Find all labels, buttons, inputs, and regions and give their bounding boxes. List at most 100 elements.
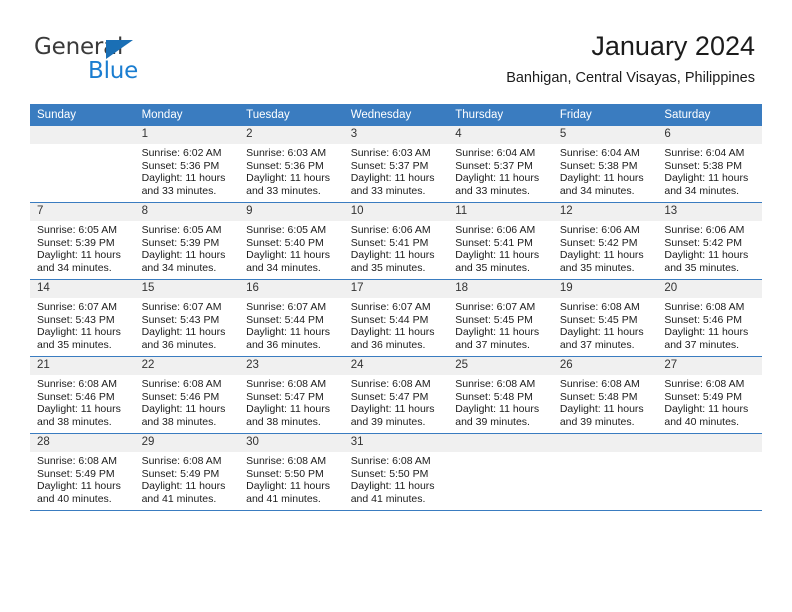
day-details: Sunrise: 6:06 AM Sunset: 5:42 PM Daylight:… [553,221,658,274]
calendar-day-cell[interactable]: 12 Sunrise: 6:06 AM Sunset: 5:42 PM Dayligh… [552,202,658,280]
day-details: Sunrise: 6:08 AM Sunset: 5:50 PM Daylight:… [239,452,344,505]
calendar-container: Sunday Monday Tuesday Wednesday Thursday… [30,104,762,511]
calendar-day-cell[interactable]: 3 Sunrise: 6:03 AM Sunset: 5:37 PM Daylight… [343,126,449,203]
day-number: 10 [343,203,449,221]
calendar-header-row-group: Sunday Monday Tuesday Wednesday Thursday… [30,104,762,126]
day-details: Sunrise: 6:08 AM Sunset: 5:49 PM Daylight:… [657,375,762,428]
sunset-text: Sunset: 5:47 PM [246,390,324,403]
calendar-week-row: 28 Sunrise: 6:08 AM Sunset: 5:49 PM Dayligh… [30,433,762,511]
day-details: Sunrise: 6:08 AM Sunset: 5:47 PM Daylight:… [344,375,449,428]
day-details: Sunrise: 6:06 AM Sunset: 5:41 PM Daylight:… [344,221,449,274]
sunset-text: Sunset: 5:49 PM [664,390,743,403]
weekday-header-friday: Friday [552,104,658,126]
day-details: Sunrise: 6:07 AM Sunset: 5:44 PM Daylight:… [344,298,449,351]
calendar-week-row: 7 Sunrise: 6:05 AM Sunset: 5:39 PM Daylight… [30,202,762,280]
calendar-day-cell[interactable]: 15 Sunrise: 6:07 AM Sunset: 5:43 PM Dayligh… [134,279,240,357]
calendar-body: 1 Sunrise: 6:02 AM Sunset: 5:36 PM Daylight… [30,126,762,511]
calendar-day-cell[interactable]: 24 Sunrise: 6:08 AM Sunset: 5:47 PM Dayligh… [343,356,449,434]
day-number [30,126,135,144]
sunrise-text: Sunrise: 6:07 AM [455,301,536,313]
calendar-day-cell-empty [30,126,135,203]
sunrise-text: Sunrise: 6:07 AM [37,301,117,313]
day-details: Sunrise: 6:06 AM Sunset: 5:41 PM Daylight:… [448,221,553,274]
sunrise-text: Sunrise: 6:06 AM [664,224,745,236]
calendar-day-cell[interactable]: 25 Sunrise: 6:08 AM Sunset: 5:48 PM Dayligh… [448,356,553,434]
calendar-day-cell[interactable]: 14 Sunrise: 6:07 AM Sunset: 5:43 PM Dayligh… [30,279,135,357]
calendar-day-cell-empty [657,433,762,511]
daylight-text: Daylight: 11 hours and 37 minutes. [455,326,540,351]
daylight-text: Daylight: 11 hours and 35 minutes. [37,326,121,351]
calendar-day-cell[interactable]: 21 Sunrise: 6:08 AM Sunset: 5:46 PM Dayligh… [30,356,135,434]
brand-logo[interactable]: General Blue [34,34,234,90]
sunset-text: Sunset: 5:40 PM [246,236,324,249]
calendar-day-cell[interactable]: 4 Sunrise: 6:04 AM Sunset: 5:37 PM Daylight… [448,126,553,203]
sunset-text: Sunset: 5:36 PM [141,159,220,172]
page-title: January 2024 [591,31,755,61]
sunset-text: Sunset: 5:45 PM [559,313,638,326]
calendar-day-cell[interactable]: 17 Sunrise: 6:07 AM Sunset: 5:44 PM Dayligh… [343,279,449,357]
calendar-day-cell[interactable]: 18 Sunrise: 6:07 AM Sunset: 5:45 PM Dayligh… [448,279,553,357]
day-details: Sunrise: 6:07 AM Sunset: 5:44 PM Daylight:… [239,298,344,351]
sunset-text: Sunset: 5:46 PM [37,390,115,403]
sunset-text: Sunset: 5:43 PM [141,313,220,326]
sunrise-text: Sunrise: 6:05 AM [37,224,117,236]
daylight-text: Daylight: 11 hours and 34 minutes. [246,249,330,274]
sunrise-text: Sunrise: 6:08 AM [664,301,745,313]
calendar-day-cell[interactable]: 30 Sunrise: 6:08 AM Sunset: 5:50 PM Dayligh… [239,433,344,511]
day-details: Sunrise: 6:08 AM Sunset: 5:48 PM Daylight:… [448,375,553,428]
sunrise-text: Sunrise: 6:08 AM [246,455,327,467]
day-number: 29 [134,434,240,452]
calendar-day-cell[interactable]: 5 Sunrise: 6:04 AM Sunset: 5:38 PM Daylight… [552,126,658,203]
day-number: 31 [343,434,449,452]
calendar-day-cell[interactable]: 7 Sunrise: 6:05 AM Sunset: 5:39 PM Daylight… [30,202,135,280]
calendar-day-cell[interactable]: 13 Sunrise: 6:06 AM Sunset: 5:42 PM Dayligh… [657,202,762,280]
daylight-text: Daylight: 11 hours and 36 minutes. [350,326,435,351]
day-details: Sunrise: 6:04 AM Sunset: 5:37 PM Daylight:… [448,144,553,197]
day-number [448,434,553,452]
daylight-text: Daylight: 11 hours and 33 minutes. [246,172,330,197]
sunrise-text: Sunrise: 6:08 AM [559,301,640,313]
sunset-text: Sunset: 5:42 PM [664,236,743,249]
calendar-day-cell[interactable]: 16 Sunrise: 6:07 AM Sunset: 5:44 PM Dayligh… [239,279,344,357]
calendar-day-cell[interactable]: 20 Sunrise: 6:08 AM Sunset: 5:46 PM Dayligh… [657,279,762,357]
calendar-day-cell[interactable]: 1 Sunrise: 6:02 AM Sunset: 5:36 PM Daylight… [134,126,240,203]
day-details: Sunrise: 6:03 AM Sunset: 5:37 PM Daylight:… [344,144,449,197]
calendar-day-cell[interactable]: 27 Sunrise: 6:08 AM Sunset: 5:49 PM Dayligh… [657,356,762,434]
calendar-day-cell[interactable]: 6 Sunrise: 6:04 AM Sunset: 5:38 PM Daylight… [657,126,762,203]
day-details: Sunrise: 6:08 AM Sunset: 5:47 PM Daylight:… [239,375,344,428]
day-details: Sunrise: 6:05 AM Sunset: 5:40 PM Daylight:… [239,221,344,274]
calendar-day-cell[interactable]: 22 Sunrise: 6:08 AM Sunset: 5:46 PM Dayligh… [134,356,240,434]
calendar-day-cell[interactable]: 23 Sunrise: 6:08 AM Sunset: 5:47 PM Dayligh… [239,356,344,434]
sunset-text: Sunset: 5:36 PM [246,159,324,172]
calendar-day-cell[interactable]: 19 Sunrise: 6:08 AM Sunset: 5:45 PM Dayligh… [552,279,658,357]
weekday-header-sunday: Sunday [30,104,135,126]
day-details: Sunrise: 6:08 AM Sunset: 5:49 PM Daylight:… [30,452,135,505]
sunset-text: Sunset: 5:50 PM [350,467,429,480]
daylight-text: Daylight: 11 hours and 34 minutes. [664,172,749,197]
sunrise-text: Sunrise: 6:08 AM [246,378,327,390]
calendar-week-row: 21 Sunrise: 6:08 AM Sunset: 5:46 PM Dayligh… [30,356,762,434]
sunset-text: Sunset: 5:41 PM [455,236,533,249]
calendar-day-cell[interactable]: 29 Sunrise: 6:08 AM Sunset: 5:49 PM Dayligh… [134,433,240,511]
sunset-text: Sunset: 5:42 PM [559,236,638,249]
daylight-text: Daylight: 11 hours and 41 minutes. [246,480,330,505]
calendar-day-cell[interactable]: 31 Sunrise: 6:08 AM Sunset: 5:50 PM Dayligh… [343,433,449,511]
calendar-day-cell[interactable]: 26 Sunrise: 6:08 AM Sunset: 5:48 PM Dayligh… [552,356,658,434]
weekday-header-saturday: Saturday [657,104,762,126]
calendar-day-cell[interactable]: 10 Sunrise: 6:06 AM Sunset: 5:41 PM Dayligh… [343,202,449,280]
calendar-day-cell[interactable]: 8 Sunrise: 6:05 AM Sunset: 5:39 PM Daylight… [134,202,240,280]
day-number: 17 [343,280,449,298]
calendar-day-cell[interactable]: 2 Sunrise: 6:03 AM Sunset: 5:36 PM Daylight… [239,126,344,203]
sunrise-text: Sunrise: 6:03 AM [350,147,431,159]
calendar-day-cell[interactable]: 9 Sunrise: 6:05 AM Sunset: 5:40 PM Daylight… [239,202,344,280]
sunrise-text: Sunrise: 6:08 AM [350,378,431,390]
day-details: Sunrise: 6:05 AM Sunset: 5:39 PM Daylight:… [30,221,135,274]
calendar-day-cell[interactable]: 11 Sunrise: 6:06 AM Sunset: 5:41 PM Dayligh… [448,202,553,280]
sunrise-text: Sunrise: 6:05 AM [141,224,222,236]
day-number: 27 [657,357,762,375]
calendar-day-cell[interactable]: 28 Sunrise: 6:08 AM Sunset: 5:49 PM Dayligh… [30,433,135,511]
daylight-text: Daylight: 11 hours and 35 minutes. [559,249,644,274]
calendar-day-cell-empty [448,433,553,511]
day-details: Sunrise: 6:08 AM Sunset: 5:46 PM Daylight:… [30,375,135,428]
day-number: 3 [343,126,449,144]
